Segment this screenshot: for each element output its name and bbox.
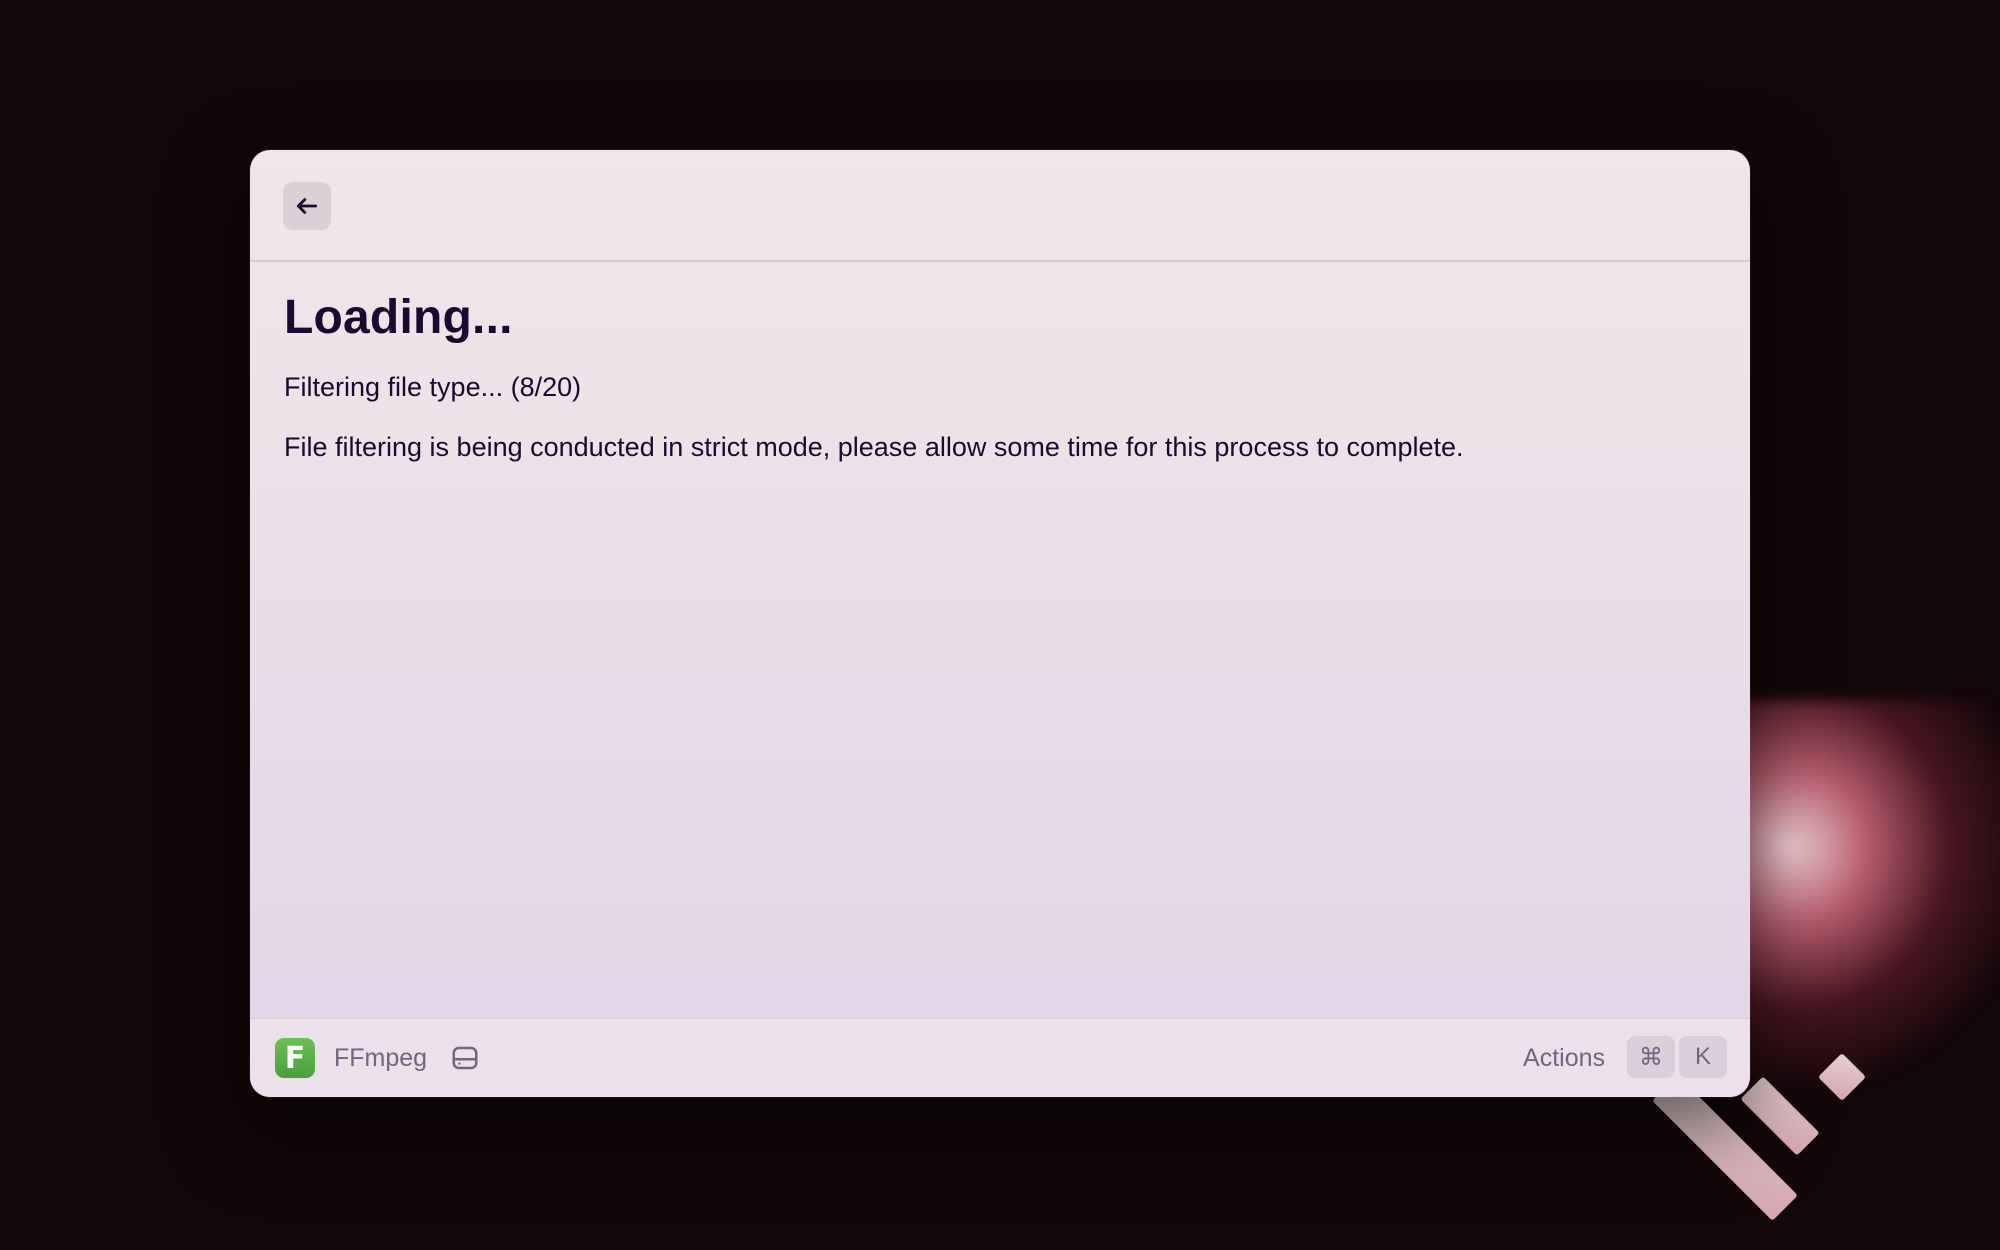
extension-name: FFmpeg xyxy=(334,1044,428,1072)
extension-icon-letter: F xyxy=(284,1040,306,1076)
actions-button[interactable]: Actions xyxy=(1523,1041,1605,1075)
loading-description: File filtering is being conducted in str… xyxy=(284,432,1464,462)
arrow-left-icon xyxy=(296,198,318,214)
ffmpeg-extension-icon: F xyxy=(275,1038,315,1078)
detail-content: Loading... Filtering file type... (8/20)… xyxy=(250,288,1750,464)
back-button[interactable] xyxy=(283,182,331,230)
command-key-badge: ⌘ xyxy=(1627,1036,1675,1078)
k-key-badge: K xyxy=(1679,1036,1727,1078)
extension-window: Loading... Filtering file type... (8/20)… xyxy=(250,150,1750,1097)
hard-drive-icon xyxy=(452,1046,478,1070)
page-title: Loading... xyxy=(284,291,513,344)
window-header xyxy=(250,150,1750,262)
loading-status: Filtering file type... (8/20) xyxy=(284,372,582,402)
action-bar: F FFmpeg Actions ⌘ K xyxy=(250,1018,1750,1097)
